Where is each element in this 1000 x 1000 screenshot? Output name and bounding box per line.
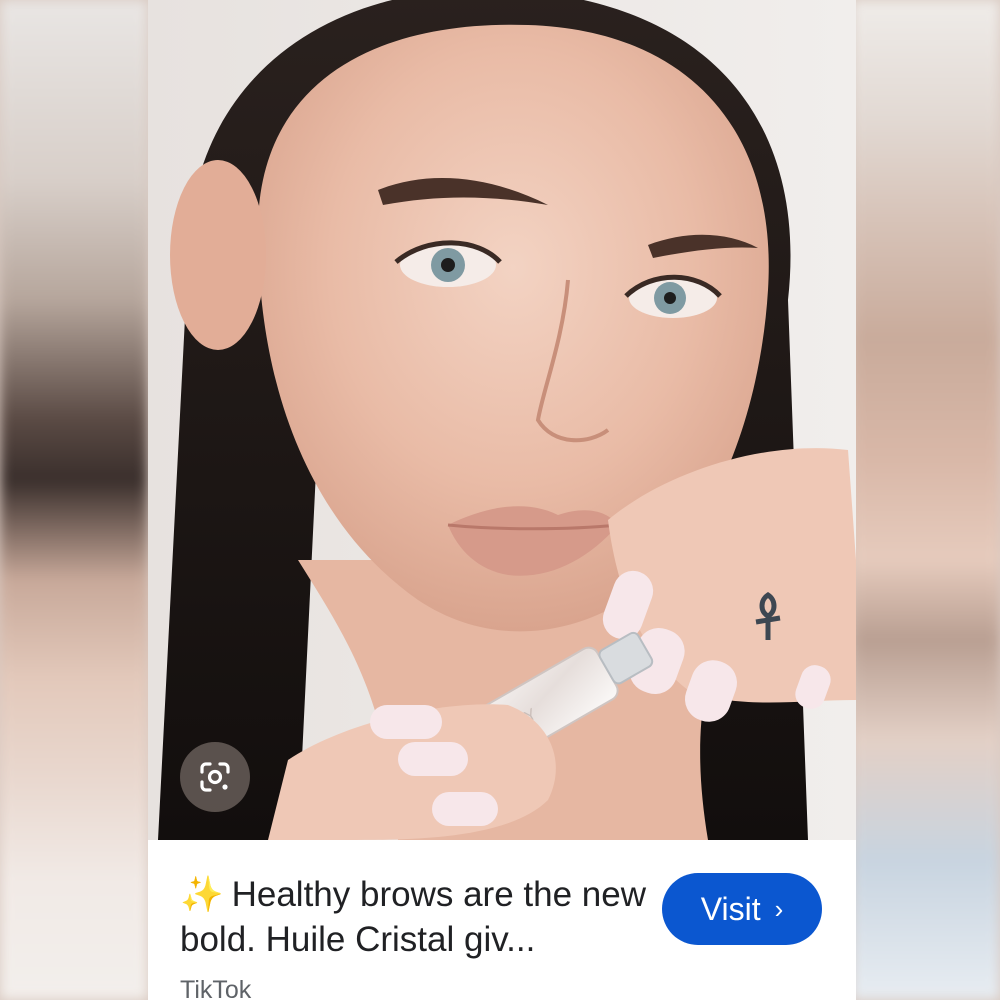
result-title-text[interactable]: Healthy brows are the new bold. Huile Cr… bbox=[180, 875, 646, 959]
result-caption: ✨ Healthy brows are the new bold. Huile C… bbox=[148, 840, 856, 1000]
product-photo[interactable]: SISLEY bbox=[148, 0, 856, 840]
visit-button[interactable]: Visit › bbox=[662, 873, 822, 945]
blurred-background-left bbox=[0, 0, 148, 1000]
google-lens-button[interactable] bbox=[180, 742, 250, 812]
visit-button-label: Visit bbox=[700, 890, 761, 927]
google-lens-icon bbox=[200, 762, 230, 792]
image-viewer: SISLEY ✨Healthy bbox=[0, 0, 1000, 1000]
result-card[interactable]: SISLEY ✨Healthy bbox=[148, 0, 856, 1000]
result-source[interactable]: TikTok bbox=[180, 976, 251, 1000]
sparkles-icon: ✨ bbox=[180, 875, 224, 914]
result-title[interactable]: ✨ Healthy brows are the new bold. Huile C… bbox=[180, 872, 650, 962]
blurred-background-right bbox=[852, 0, 1000, 1000]
chevron-right-icon: › bbox=[774, 894, 784, 924]
